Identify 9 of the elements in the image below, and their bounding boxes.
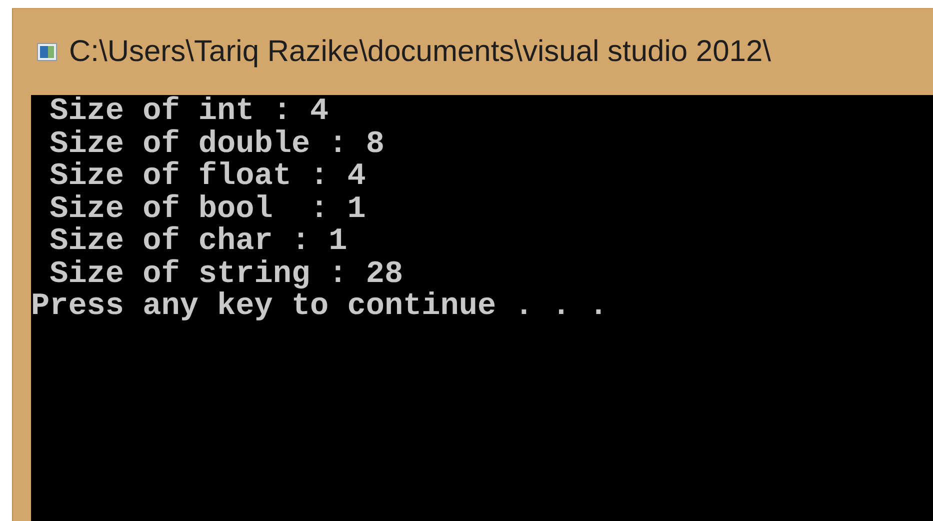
console-line: Size of char : 1 (48, 226, 348, 258)
console-line: Size of double : 8 (48, 128, 384, 161)
console-line: Press any key to continue . . . (31, 291, 608, 324)
console-line: Size of string : 28 (48, 258, 404, 291)
console-app-icon (37, 43, 57, 61)
console-line: Size of bool : 1 (48, 194, 366, 226)
console-line: Size of int : 4 (48, 96, 329, 128)
window-title: C:\Users\Tariq Razike\documents\visual studio 2012\ (69, 35, 771, 69)
console-line: Size of float : 4 (48, 161, 366, 194)
